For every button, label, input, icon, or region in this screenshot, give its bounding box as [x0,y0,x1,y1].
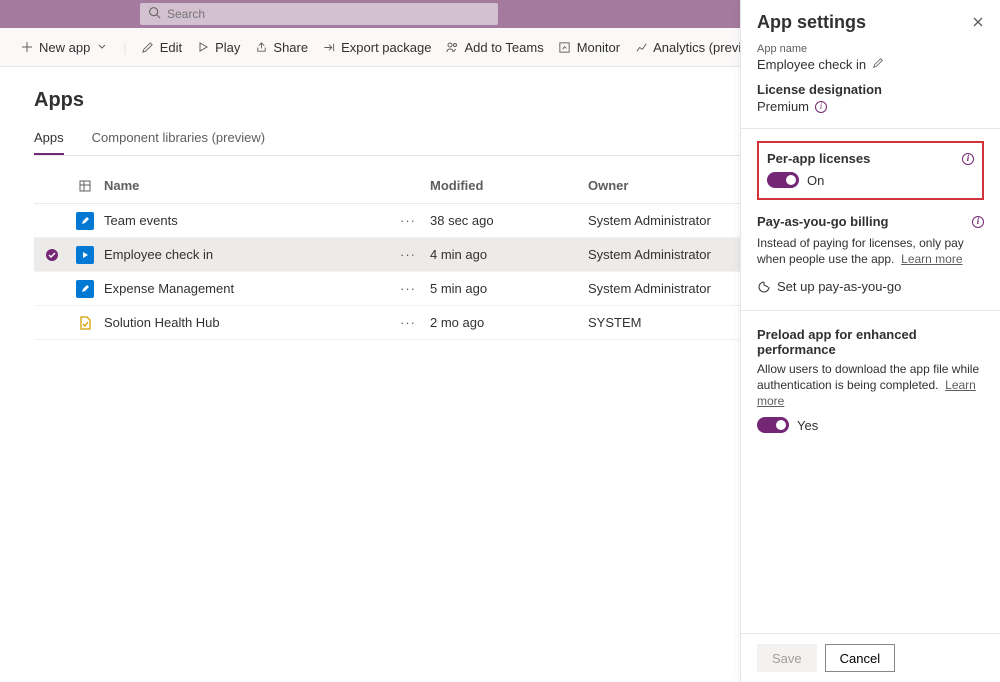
row-selected-indicator[interactable] [34,248,70,262]
monitor-label: Monitor [577,40,620,55]
close-icon[interactable] [972,15,984,31]
info-icon[interactable]: i [972,216,984,228]
app-name: Solution Health Hub [100,315,400,330]
export-icon [322,40,336,54]
app-modified: 4 min ago [430,247,588,262]
panel-title: App settings [757,12,866,33]
monitor-icon [558,40,572,54]
edit-label: Edit [160,40,182,55]
tab-apps[interactable]: Apps [34,130,64,155]
new-app-button[interactable]: New app [20,40,109,55]
row-more-button[interactable]: ··· [400,247,416,262]
preload-section: Preload app for enhanced performance All… [757,327,984,433]
app-modified: 2 mo ago [430,315,588,330]
monitor-button[interactable]: Monitor [558,40,620,55]
add-to-teams-label: Add to Teams [464,40,543,55]
setup-payg-label: Set up pay-as-you-go [777,279,901,294]
row-more-button[interactable]: ··· [400,315,416,330]
pencil-icon [141,40,155,54]
app-name: Expense Management [100,281,400,296]
share-icon [254,40,268,54]
license-designation-value: Premium [757,99,809,114]
search-icon [148,6,161,22]
edit-app-name-icon[interactable] [872,57,884,72]
info-icon[interactable]: i [815,101,827,113]
share-button[interactable]: Share [254,40,308,55]
teams-icon [445,40,459,54]
row-more-button[interactable]: ··· [400,281,416,296]
per-app-licenses-toggle[interactable] [767,172,799,188]
app-name-label: App name [757,43,984,55]
play-label: Play [215,40,240,55]
per-app-licenses-state: On [807,173,824,188]
analytics-icon [634,40,648,54]
column-view-icon[interactable] [70,179,100,193]
payg-learn-more-link[interactable]: Learn more [901,252,962,266]
search-input[interactable] [167,7,490,21]
add-to-teams-button[interactable]: Add to Teams [445,40,543,55]
app-modified: 5 min ago [430,281,588,296]
app-modified: 38 sec ago [430,213,588,228]
export-label: Export package [341,40,431,55]
save-button[interactable]: Save [757,644,817,672]
pay-as-you-go-section: Pay-as-you-go billing i Instead of payin… [757,214,984,294]
app-name-value: Employee check in [757,57,866,72]
column-modified[interactable]: Modified [430,178,588,193]
row-more-button[interactable]: ··· [400,213,416,228]
app-settings-panel: App settings App name Employee check in … [740,0,1000,682]
per-app-licenses-title: Per-app licenses [767,151,870,166]
share-label: Share [273,40,308,55]
play-button[interactable]: Play [196,40,240,55]
info-icon[interactable]: i [962,153,974,165]
setup-payg-button[interactable]: Set up pay-as-you-go [757,279,984,294]
column-name[interactable]: Name [100,178,400,193]
chevron-down-icon [95,40,109,54]
license-designation-label: License designation [757,82,984,97]
tab-component-libraries[interactable]: Component libraries (preview) [92,130,265,155]
edit-button[interactable]: Edit [141,40,182,55]
panel-footer: Save Cancel [741,633,1000,682]
app-icon [76,314,94,332]
search-box[interactable] [140,3,498,25]
new-app-label: New app [39,40,90,55]
plus-icon [20,40,34,54]
app-icon [76,280,94,298]
app-name: Team events [100,213,400,228]
payg-title: Pay-as-you-go billing [757,214,888,229]
export-button[interactable]: Export package [322,40,431,55]
preload-title: Preload app for enhanced performance [757,327,984,357]
play-icon [196,40,210,54]
app-icon [76,246,94,264]
preload-state: Yes [797,418,818,433]
per-app-licenses-highlight: Per-app licenses i On [757,141,984,200]
preload-toggle[interactable] [757,417,789,433]
app-icon [76,212,94,230]
cancel-button[interactable]: Cancel [825,644,895,672]
app-name: Employee check in [100,247,400,262]
